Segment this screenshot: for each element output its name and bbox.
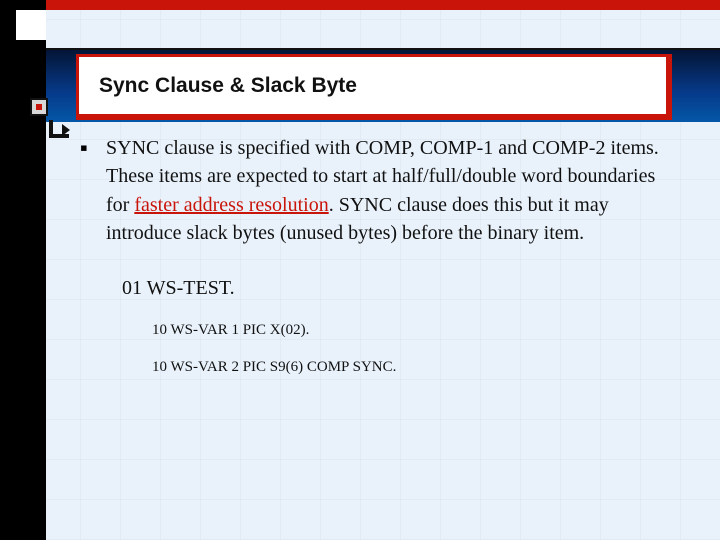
slide-title: Sync Clause & Slack Byte — [76, 54, 672, 120]
left-sidebar-decor — [0, 0, 46, 540]
slide-title-text: Sync Clause & Slack Byte — [99, 74, 357, 98]
body-paragraph: SYNC clause is specified with COMP, COMP… — [106, 134, 680, 248]
callout-chip-icon — [30, 98, 48, 116]
code-line-1: 01 WS-TEST. — [122, 274, 680, 302]
bullet-item: ▪ SYNC clause is specified with COMP, CO… — [80, 134, 680, 248]
arrow-head-icon — [62, 124, 70, 136]
top-red-stripe — [46, 0, 720, 10]
code-line-3: 10 WS-VAR 2 PIC S9(6) COMP SYNC. — [152, 357, 680, 378]
slide: Sync Clause & Slack Byte ▪ SYNC clause i… — [0, 0, 720, 540]
title-divider — [46, 48, 720, 50]
bullet-glyph-icon: ▪ — [80, 134, 106, 248]
code-line-2: 10 WS-VAR 1 PIC X(02). — [152, 320, 680, 341]
body-emph: faster address resolution — [134, 194, 328, 216]
slide-body: ▪ SYNC clause is specified with COMP, CO… — [80, 134, 680, 379]
corner-square-decor — [16, 10, 46, 40]
